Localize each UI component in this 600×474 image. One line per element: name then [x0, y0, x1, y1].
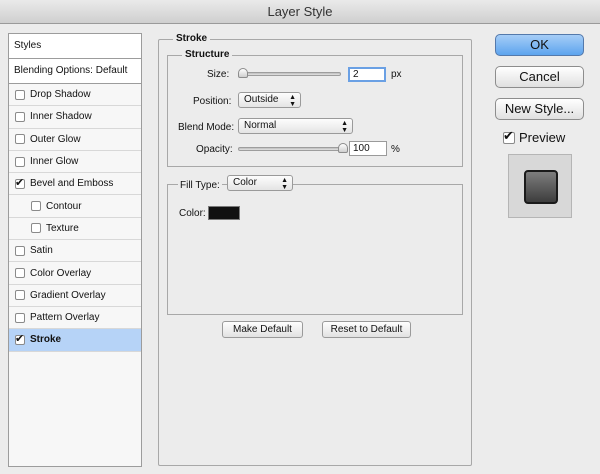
style-item-label: Gradient Overlay: [30, 289, 106, 301]
reset-to-default-button[interactable]: Reset to Default: [322, 321, 411, 338]
style-item-label: Drop Shadow: [30, 89, 91, 101]
style-item-label: Color Overlay: [30, 267, 92, 279]
style-item-label: Outer Glow: [30, 133, 81, 145]
size-slider-thumb[interactable]: [238, 68, 248, 78]
fill-type-label: Fill Type:: [178, 180, 222, 191]
style-checkbox[interactable]: [31, 223, 41, 234]
style-item-stroke[interactable]: Stroke: [9, 329, 141, 352]
style-checkbox[interactable]: [15, 111, 25, 122]
style-checkbox[interactable]: [15, 290, 25, 301]
stroke-group-title: Stroke: [173, 33, 211, 44]
make-default-button[interactable]: Make Default: [222, 321, 303, 338]
preview-sample: [524, 170, 558, 204]
preview-label: Preview: [519, 130, 566, 145]
preview-toggle[interactable]: Preview: [503, 128, 566, 145]
fill-type-select[interactable]: Color ▲ ▼: [227, 175, 293, 191]
style-item-label: Inner Glow: [30, 156, 79, 168]
structure-title: Structure: [182, 49, 233, 60]
style-checkbox[interactable]: [15, 156, 25, 167]
size-label: Size:: [207, 69, 230, 80]
size-input[interactable]: 2: [348, 67, 386, 82]
fill-type-group: [167, 184, 463, 315]
style-item-inner-shadow[interactable]: Inner Shadow: [9, 106, 141, 129]
opacity-unit: %: [391, 144, 400, 155]
opacity-slider-thumb[interactable]: [338, 143, 348, 153]
style-checkbox[interactable]: [15, 89, 25, 100]
style-checkbox[interactable]: [15, 176, 25, 189]
style-item-gradient-overlay[interactable]: Gradient Overlay: [9, 285, 141, 307]
style-item-label: Satin: [30, 245, 53, 257]
position-label: Position:: [193, 96, 232, 107]
style-item-drop-shadow[interactable]: Drop Shadow: [9, 84, 141, 107]
preview-thumbnail: [508, 154, 572, 218]
blend-mode-value: Normal: [244, 120, 277, 131]
styles-header[interactable]: Styles: [9, 34, 141, 59]
style-checkbox[interactable]: [15, 312, 25, 323]
blend-mode-select[interactable]: Normal ▲ ▼: [238, 118, 353, 134]
blending-options-item[interactable]: Blending Options: Default: [9, 59, 141, 84]
preview-checkbox[interactable]: [503, 128, 515, 144]
popup-arrows-icon: ▲ ▼: [281, 177, 288, 191]
styles-panel: Styles Blending Options: Default Drop Sh…: [8, 33, 142, 467]
style-item-texture[interactable]: Texture: [9, 218, 141, 241]
cancel-button[interactable]: Cancel: [495, 66, 584, 88]
color-swatch[interactable]: [208, 206, 240, 220]
color-label: Color:: [179, 208, 206, 219]
style-item-bevel-and-emboss[interactable]: Bevel and Emboss: [9, 173, 141, 196]
style-checkbox[interactable]: [31, 201, 41, 212]
style-item-color-overlay[interactable]: Color Overlay: [9, 262, 141, 285]
style-item-satin[interactable]: Satin: [9, 240, 141, 263]
style-item-label: Contour: [46, 200, 82, 212]
style-item-label: Bevel and Emboss: [30, 178, 114, 190]
opacity-slider-track[interactable]: [238, 147, 344, 151]
opacity-input[interactable]: 100: [349, 141, 387, 156]
popup-arrows-icon: ▲ ▼: [289, 94, 296, 108]
window-title: Layer Style: [0, 0, 600, 24]
style-item-pattern-overlay[interactable]: Pattern Overlay: [9, 307, 141, 330]
new-style-button[interactable]: New Style...: [495, 98, 584, 120]
style-item-label: Pattern Overlay: [30, 312, 100, 324]
fill-type-value: Color: [233, 177, 257, 188]
style-item-label: Texture: [46, 222, 79, 234]
style-item-outer-glow[interactable]: Outer Glow: [9, 129, 141, 151]
position-select[interactable]: Outside ▲ ▼: [238, 92, 301, 108]
style-checkbox[interactable]: [15, 134, 25, 145]
style-item-inner-glow[interactable]: Inner Glow: [9, 151, 141, 174]
popup-arrows-icon: ▲ ▼: [341, 120, 348, 134]
style-checkbox[interactable]: [15, 332, 25, 345]
size-slider-track[interactable]: [238, 72, 341, 76]
style-item-label: Stroke: [30, 334, 62, 346]
style-item-label: Inner Shadow: [30, 111, 92, 123]
style-list: Drop Shadow Inner Shadow Outer Glow Inner G…: [9, 84, 141, 352]
style-item-contour[interactable]: Contour: [9, 195, 141, 218]
style-checkbox[interactable]: [15, 268, 25, 279]
position-value: Outside: [244, 94, 279, 105]
size-unit: px: [391, 69, 402, 80]
opacity-label: Opacity:: [196, 144, 233, 155]
ok-button[interactable]: OK: [495, 34, 584, 56]
style-checkbox[interactable]: [15, 245, 25, 256]
blend-mode-label: Blend Mode:: [178, 122, 235, 133]
